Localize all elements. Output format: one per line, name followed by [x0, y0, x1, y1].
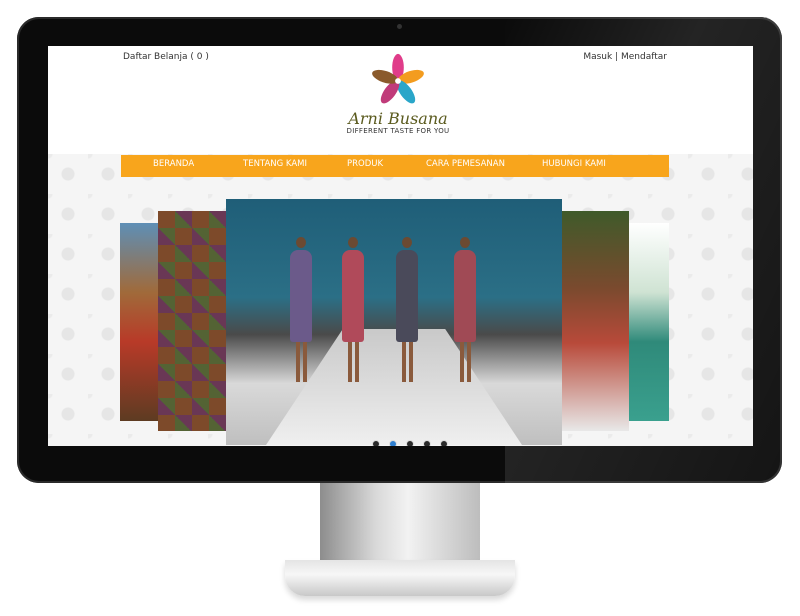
webcam-icon: [397, 24, 402, 29]
slider-dot[interactable]: [423, 440, 432, 446]
site-logo[interactable]: Arni Busana DIFFERENT TASTE FOR YOU: [333, 52, 463, 144]
nav-item-cara-pemesanan[interactable]: CARA PEMESANAN: [426, 159, 505, 169]
monitor-stand-base: [285, 560, 515, 596]
slider-dot-active[interactable]: [389, 440, 398, 446]
runway-model: [394, 237, 420, 387]
nav-item-tentang-kami[interactable]: TENTANG KAMI: [243, 159, 307, 169]
slider-pagination: [370, 433, 450, 446]
slider-dot[interactable]: [372, 440, 380, 446]
auth-separator: |: [615, 52, 619, 62]
slider-dot[interactable]: [440, 440, 449, 446]
nav-item-produk[interactable]: PRODUK: [347, 159, 383, 169]
flower-logo-icon: [372, 53, 424, 104]
runway-model: [452, 237, 478, 387]
runway-model: [340, 237, 366, 387]
auth-links: Masuk | Mendaftar: [583, 52, 667, 62]
slider-image-runway[interactable]: [226, 199, 562, 445]
logo-name: Arni Busana: [348, 109, 448, 128]
slider-image-far-left[interactable]: [120, 223, 158, 421]
register-link[interactable]: Mendaftar: [621, 52, 667, 62]
runway-model: [288, 237, 314, 387]
slider-dot[interactable]: [406, 440, 415, 446]
monitor-screen: Daftar Belanja ( 0 ) Masuk | Mendaftar A…: [48, 46, 753, 446]
slider-image-batik-fabric[interactable]: [158, 211, 226, 431]
cart-link[interactable]: Daftar Belanja ( 0 ): [123, 52, 209, 62]
monitor-stand-neck: [320, 483, 480, 565]
nav-item-beranda[interactable]: BERANDA: [153, 159, 194, 169]
slider-image-model-dress[interactable]: [562, 211, 629, 431]
main-nav: BERANDA TENTANG KAMI PRODUK CARA PEMESAN…: [121, 155, 669, 177]
nav-item-hubungi-kami[interactable]: HUBUNGI KAMI: [542, 159, 606, 169]
slider-image-far-right[interactable]: [629, 223, 669, 421]
login-link[interactable]: Masuk: [583, 52, 612, 62]
logo-tagline: DIFFERENT TASTE FOR YOU: [346, 127, 450, 135]
